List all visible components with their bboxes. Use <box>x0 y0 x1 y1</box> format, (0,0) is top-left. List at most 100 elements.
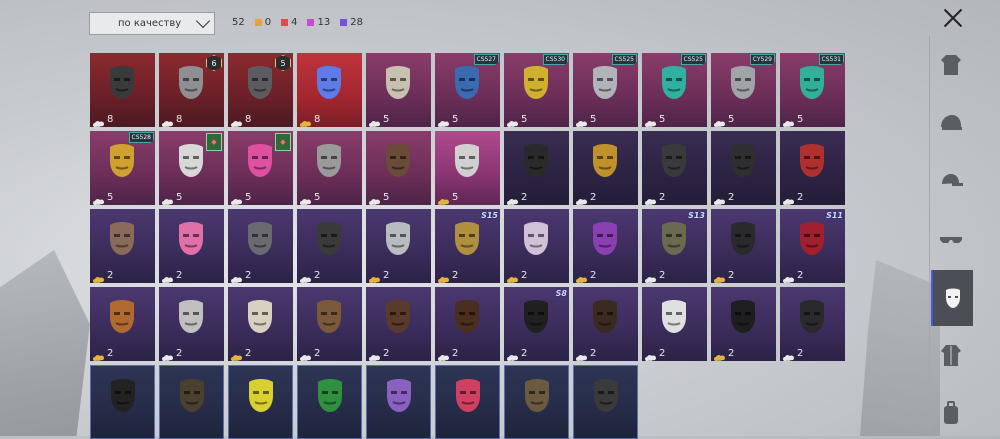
item-count: 2 <box>728 348 735 359</box>
item-count: 5 <box>452 192 459 203</box>
inventory-item[interactable]: S11 2 <box>780 209 845 283</box>
category-cap[interactable] <box>931 162 971 200</box>
cloud-icon <box>576 114 588 127</box>
item-count: 5 <box>245 192 252 203</box>
inventory-item[interactable]: 68 <box>159 53 224 127</box>
inventory-item[interactable]: CS525 5 <box>642 53 707 127</box>
inventory-item[interactable]: CS531 5 <box>780 53 845 127</box>
inventory-item[interactable]: 5 <box>366 53 431 127</box>
inventory-item[interactable]: S8 2 <box>504 287 569 361</box>
inventory-item[interactable]: 2 <box>435 287 500 361</box>
inventory-item[interactable]: 2 <box>366 287 431 361</box>
category-helmet[interactable] <box>931 104 971 142</box>
inventory-item[interactable] <box>159 365 224 439</box>
inventory-item[interactable]: 8 <box>90 53 155 127</box>
inventory-item[interactable]: 2 <box>504 209 569 283</box>
helmet-icon <box>941 115 962 130</box>
inventory-item[interactable] <box>90 365 155 439</box>
cloud-icon <box>300 348 312 361</box>
inventory-item[interactable]: 2 <box>573 209 638 283</box>
cloud-icon <box>438 348 450 361</box>
item-count: 5 <box>521 114 528 125</box>
category-jacket[interactable] <box>931 336 971 374</box>
rarity-count-value: 0 <box>264 17 272 28</box>
inventory-item[interactable]: 5 <box>435 131 500 205</box>
inventory-item[interactable]: 2 <box>711 287 776 361</box>
inventory-item[interactable] <box>435 365 500 439</box>
inventory-item[interactable]: 2 <box>573 131 638 205</box>
category-mask[interactable] <box>931 270 973 326</box>
inventory-item[interactable]: CS525 5 <box>573 53 638 127</box>
background-rock <box>860 260 940 436</box>
cloud-icon <box>645 114 657 127</box>
item-count: 2 <box>521 192 528 203</box>
category-glasses[interactable] <box>931 220 971 258</box>
black-mask-icon <box>516 141 556 181</box>
inventory-item[interactable]: 2 <box>573 287 638 361</box>
sidebar-divider <box>929 36 930 436</box>
inventory-item[interactable]: S13 2 <box>642 209 707 283</box>
cloud-icon <box>714 192 726 205</box>
inventory-item[interactable]: CS527 5 <box>435 53 500 127</box>
inventory-item[interactable]: 2 <box>711 209 776 283</box>
blue-respirator-icon <box>447 63 487 103</box>
inventory-item[interactable]: 2 <box>228 209 293 283</box>
jacket-icon <box>941 345 961 366</box>
rarity-count-gold: 0 <box>254 17 272 28</box>
item-count: 5 <box>176 192 183 203</box>
gold-trim-mask-icon <box>516 297 556 337</box>
category-outfit[interactable] <box>931 46 971 84</box>
cloud-icon <box>507 348 519 361</box>
rarity-swatch <box>281 19 289 26</box>
yellow-mask-icon <box>516 63 556 103</box>
gold-cloud-icon <box>93 270 105 283</box>
inventory-item[interactable]: 2 <box>642 287 707 361</box>
item-count: 2 <box>659 270 666 281</box>
inventory-item[interactable]: CS528 5 <box>90 131 155 205</box>
inventory-item[interactable]: 2 <box>711 131 776 205</box>
inventory-item[interactable]: 2 <box>228 287 293 361</box>
inventory-item[interactable]: 5 <box>297 131 362 205</box>
category-backpack[interactable] <box>931 394 971 432</box>
item-count: 2 <box>590 192 597 203</box>
inventory-item[interactable]: 58 <box>228 53 293 127</box>
close-button[interactable] <box>941 6 965 30</box>
inventory-item[interactable]: 2 <box>90 209 155 283</box>
item-count: 2 <box>521 348 528 359</box>
collection-badge: CS525 <box>611 54 637 65</box>
inventory-item[interactable]: 2 <box>159 287 224 361</box>
inventory-item[interactable]: 2 <box>90 287 155 361</box>
sort-dropdown[interactable]: по качеству <box>89 12 215 35</box>
inventory-item[interactable]: 2 <box>642 131 707 205</box>
gold-eye-mask-icon <box>585 141 625 181</box>
inventory-item[interactable] <box>228 365 293 439</box>
inventory-item[interactable]: CS530 5 <box>504 53 569 127</box>
sort-label: по качеству <box>118 18 182 29</box>
inventory-item[interactable]: 2 <box>780 287 845 361</box>
gold-cloud-icon <box>714 270 726 283</box>
camo-mask-icon <box>654 297 694 337</box>
inventory-item[interactable]: 2 <box>297 209 362 283</box>
inventory-item[interactable] <box>366 365 431 439</box>
metal-jaw-mask-icon <box>517 376 557 416</box>
inventory-item[interactable]: ◆ 5 <box>228 131 293 205</box>
inventory-item[interactable]: 2 <box>504 131 569 205</box>
inventory-item[interactable]: CY529 5 <box>711 53 776 127</box>
inventory-item[interactable]: 2 <box>159 209 224 283</box>
inventory-item[interactable]: 2 <box>780 131 845 205</box>
item-count: 2 <box>176 348 183 359</box>
rarity-swatch <box>340 19 348 26</box>
inventory-item[interactable]: 2 <box>366 209 431 283</box>
inventory-item[interactable] <box>504 365 569 439</box>
inventory-item[interactable]: 2 <box>297 287 362 361</box>
item-count: 2 <box>314 348 321 359</box>
inventory-item[interactable]: 8 <box>297 53 362 127</box>
rarity-count-value: 28 <box>350 17 363 28</box>
iridescent-mask-icon <box>309 63 349 103</box>
inventory-item[interactable]: ◆ 5 <box>159 131 224 205</box>
inventory-item[interactable] <box>297 365 362 439</box>
gold-cloud-icon <box>576 270 588 283</box>
inventory-item[interactable]: 5 <box>366 131 431 205</box>
inventory-item[interactable]: S15 2 <box>435 209 500 283</box>
inventory-item[interactable] <box>573 365 638 439</box>
